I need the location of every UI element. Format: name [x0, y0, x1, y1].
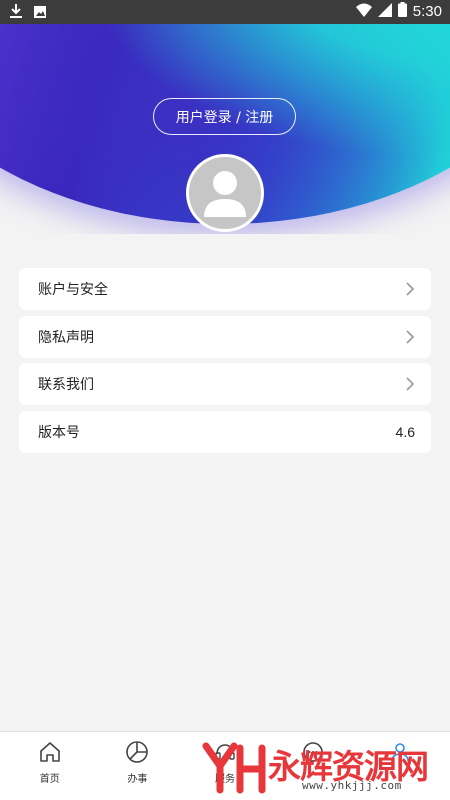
user-icon [391, 743, 409, 762]
nav-item-messages[interactable] [278, 732, 348, 800]
wifi-icon [355, 3, 372, 21]
nav-label: 服务 [214, 774, 235, 785]
home-icon [39, 742, 60, 762]
menu-item-account-security[interactable]: 账户与安全 [19, 268, 431, 310]
service-icon [215, 744, 235, 760]
download-icon [10, 3, 22, 22]
login-register-button[interactable]: 用户登录 / 注册 [153, 98, 296, 135]
settings-menu: 账户与安全 隐私声明 联系我们 版本号 4.6 [19, 268, 431, 458]
nav-item-service[interactable]: 服务 [190, 732, 260, 800]
version-value: 4.6 [395, 423, 415, 440]
nav-item-affairs[interactable]: 办事 [102, 732, 172, 800]
chevron-right-icon [406, 282, 415, 296]
photo-icon [34, 3, 46, 22]
nav-label: 首页 [39, 774, 60, 785]
pie-chart-icon [126, 741, 149, 763]
status-time: 5:30 [412, 3, 442, 20]
signal-icon [377, 2, 392, 21]
menu-item-contact-us[interactable]: 联系我们 [19, 363, 431, 405]
user-placeholder-icon [204, 171, 246, 217]
battery-icon [397, 2, 407, 21]
menu-item-label: 隐私声明 [38, 329, 94, 346]
bottom-nav: 首页 办事 服务 [0, 731, 450, 800]
avatar[interactable] [186, 154, 264, 232]
chat-icon [302, 742, 323, 762]
menu-item-version: 版本号 4.6 [19, 410, 431, 453]
menu-item-label: 版本号 [38, 424, 80, 441]
nav-item-mine[interactable] [365, 732, 435, 800]
status-bar: 5:30 [0, 0, 450, 24]
menu-item-label: 账户与安全 [38, 282, 108, 298]
nav-item-home[interactable]: 首页 [15, 732, 85, 800]
nav-label: 办事 [127, 774, 148, 785]
chevron-right-icon [406, 377, 415, 391]
chevron-right-icon [406, 329, 415, 344]
menu-item-privacy[interactable]: 隐私声明 [19, 315, 431, 358]
menu-item-label: 联系我们 [38, 377, 94, 393]
